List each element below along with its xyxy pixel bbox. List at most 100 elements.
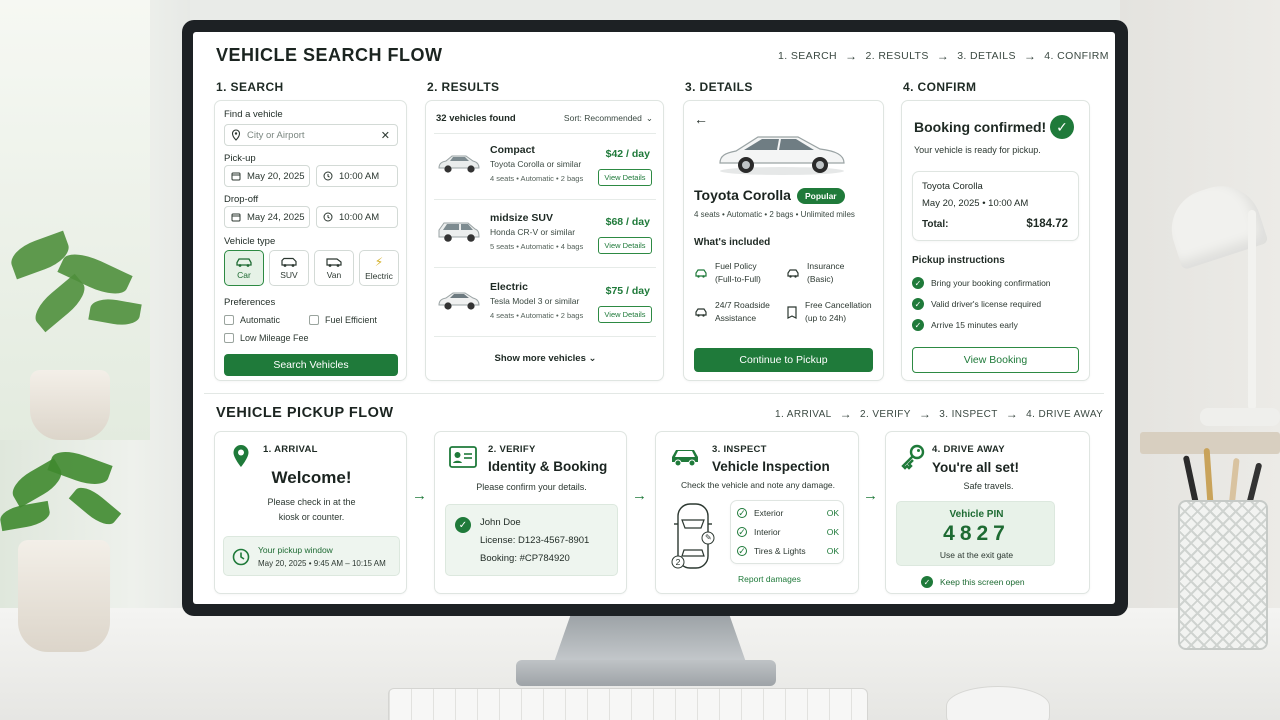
feature-line1: Insurance (807, 261, 845, 271)
check-status: OK (826, 546, 839, 556)
report-damages-link[interactable]: Report damages (738, 574, 801, 584)
vehicle-type-van[interactable]: Van (314, 250, 354, 286)
pickup-time-value: 10:00 AM (339, 170, 380, 182)
result-item-compact[interactable]: Compact Toyota Corolla or similar 4 seat… (434, 134, 656, 200)
verify-text: Please confirm your details. (476, 482, 587, 492)
pref-low-mileage-checkbox[interactable]: Low Mileage Fee (224, 333, 309, 343)
details-heading: 3. DETAILS (685, 80, 753, 94)
car-icon (236, 257, 252, 267)
arrival-text-line1: Please check in at the (267, 497, 356, 507)
check-row-interior[interactable]: ✓ Interior OK (737, 527, 839, 537)
check-icon: ✓ (737, 545, 747, 556)
check-row-tires-lights[interactable]: ✓ Tires & Lights OK (737, 546, 839, 556)
booking-number: Booking: #CP784920 (480, 553, 570, 564)
dropoff-date-field[interactable]: May 24, 2025 (224, 206, 310, 228)
verify-step: 2. VERIFY (488, 444, 536, 455)
details-card: ← Toyota Corolla Popular 4 seats • Automa… (683, 100, 884, 381)
result-specs: 5 seats • Automatic • 4 bags (490, 242, 584, 251)
arrival-card: 1. ARRIVAL Welcome! Please check in at t… (214, 431, 407, 594)
vehicle-type-label-suv: SUV (280, 269, 298, 280)
view-details-button[interactable]: View Details (598, 306, 652, 323)
sort-dropdown[interactable]: Sort: Recommended ⌄ (564, 113, 653, 124)
check-icon: ✓ (912, 298, 924, 310)
key-icon (901, 444, 925, 470)
dropoff-time-field[interactable]: 10:00 AM (316, 206, 398, 228)
pref-automatic-label: Automatic (240, 315, 281, 325)
show-more-label: Show more vehicles (494, 353, 586, 364)
pref-low-mileage-label: Low Mileage Fee (240, 333, 309, 343)
preferences-label: Preferences (224, 297, 276, 308)
roadside-icon (694, 299, 708, 325)
section-divider (204, 393, 1104, 394)
stepper-step-results[interactable]: 2. RESULTS (865, 50, 928, 62)
pin-label: Vehicle PIN (949, 509, 1004, 520)
instruction-item: ✓ Valid driver's license required (912, 298, 1041, 310)
pickup-date-value: May 20, 2025 (247, 170, 305, 182)
flow-arrow-icon: → (632, 487, 647, 504)
stepper-step-drive-away[interactable]: 4. DRIVE AWAY (1026, 409, 1103, 420)
damage-marker-label: 2 (675, 557, 681, 567)
inspect-step: 3. INSPECT (712, 444, 767, 455)
stepper-step-details[interactable]: 3. DETAILS (957, 50, 1016, 62)
instruction-item: ✓ Bring your booking confirmation (912, 277, 1051, 289)
inspect-title: Vehicle Inspection (712, 459, 830, 474)
dropoff-date-value: May 24, 2025 (247, 211, 305, 223)
arrow-right-icon: → (839, 407, 853, 421)
result-item-electric[interactable]: Electric Tesla Model 3 or similar 4 seat… (434, 271, 656, 337)
search-vehicles-button[interactable]: Search Vehicles (224, 354, 398, 376)
pickup-window-label: Your pickup window (258, 545, 333, 555)
pickup-flow-stepper: 1. ARRIVAL → 2. VERIFY → 3. INSPECT → 4. DR… (775, 407, 1103, 421)
customer-name: John Doe (480, 517, 521, 528)
car-name-text: Toyota Corolla (694, 187, 791, 203)
view-details-button[interactable]: View Details (598, 237, 652, 254)
details-car-name: Toyota Corolla Popular (694, 187, 845, 205)
arrival-text-line2: kiosk or counter. (278, 512, 345, 522)
result-model: Honda CR-V or similar (490, 227, 576, 237)
view-details-button[interactable]: View Details (598, 169, 652, 186)
confirm-heading: 4. CONFIRM (903, 80, 977, 94)
vehicle-type-car[interactable]: Car (224, 250, 264, 286)
vehicle-type-label-car: Car (237, 269, 251, 280)
arrow-right-icon: → (845, 49, 858, 63)
lamp-base (1200, 408, 1280, 426)
arrow-right-icon: → (918, 407, 932, 421)
arrival-step: 1. ARRIVAL (263, 444, 318, 455)
car-icon (672, 450, 698, 467)
feature-roadside: 24/7 Roadside Assistance (694, 299, 770, 325)
check-label: Exterior (754, 508, 784, 518)
result-item-suv[interactable]: midsize SUV Honda CR-V or similar 5 seat… (434, 202, 656, 268)
pickup-date-field[interactable]: May 20, 2025 (224, 165, 310, 187)
pickup-time-field[interactable]: 10:00 AM (316, 165, 398, 187)
stepper-step-confirm[interactable]: 4. CONFIRM (1044, 50, 1109, 62)
stepper-step-verify[interactable]: 2. VERIFY (860, 409, 911, 420)
total-label: Total: (922, 219, 949, 230)
search-heading: 1. SEARCH (216, 80, 284, 94)
vehicle-type-electric[interactable]: ⚡ Electric (359, 250, 399, 286)
stepper-step-inspect[interactable]: 3. INSPECT (939, 409, 997, 420)
check-icon: ✓ (737, 507, 747, 518)
suv-thumbnail-icon (438, 222, 480, 242)
inspect-text: Check the vehicle and note any damage. (680, 480, 836, 490)
pref-fuel-efficient-checkbox[interactable]: Fuel Efficient (309, 315, 377, 325)
drive-away-card: 4. DRIVE AWAY You're all set! Safe trave… (885, 431, 1090, 594)
continue-to-pickup-button[interactable]: Continue to Pickup (694, 348, 873, 372)
damage-marker-icon: ✎ (705, 533, 712, 542)
pickup-window-box: Your pickup window May 20, 2025 • 9:45 A… (223, 536, 400, 576)
clear-icon[interactable]: ✕ (381, 129, 390, 142)
stepper-step-arrival[interactable]: 1. ARRIVAL (775, 409, 832, 420)
back-arrow-icon[interactable]: ← (694, 111, 708, 127)
location-input[interactable]: City or Airport ✕ (224, 124, 398, 146)
pref-automatic-checkbox[interactable]: Automatic (224, 315, 280, 325)
pickup-label: Pick-up (224, 153, 256, 164)
results-card: 32 vehicles found Sort: Recommended ⌄ Com… (425, 100, 664, 381)
feature-line2: (up to 24h) (805, 313, 847, 323)
result-name: midsize SUV (490, 212, 554, 224)
arrow-right-icon: → (936, 49, 950, 63)
show-more-button[interactable]: Show more vehicles ⌄ (426, 353, 665, 364)
search-flow-stepper: 1. SEARCH → 2. RESULTS → 3. DETAILS → 4. CO… (778, 49, 1109, 63)
view-booking-button[interactable]: View Booking (912, 347, 1079, 373)
feature-line2: (Basic) (807, 274, 834, 284)
stepper-step-search[interactable]: 1. SEARCH (778, 50, 837, 62)
vehicle-type-suv[interactable]: SUV (269, 250, 309, 286)
check-row-exterior[interactable]: ✓ Exterior OK (737, 508, 839, 518)
